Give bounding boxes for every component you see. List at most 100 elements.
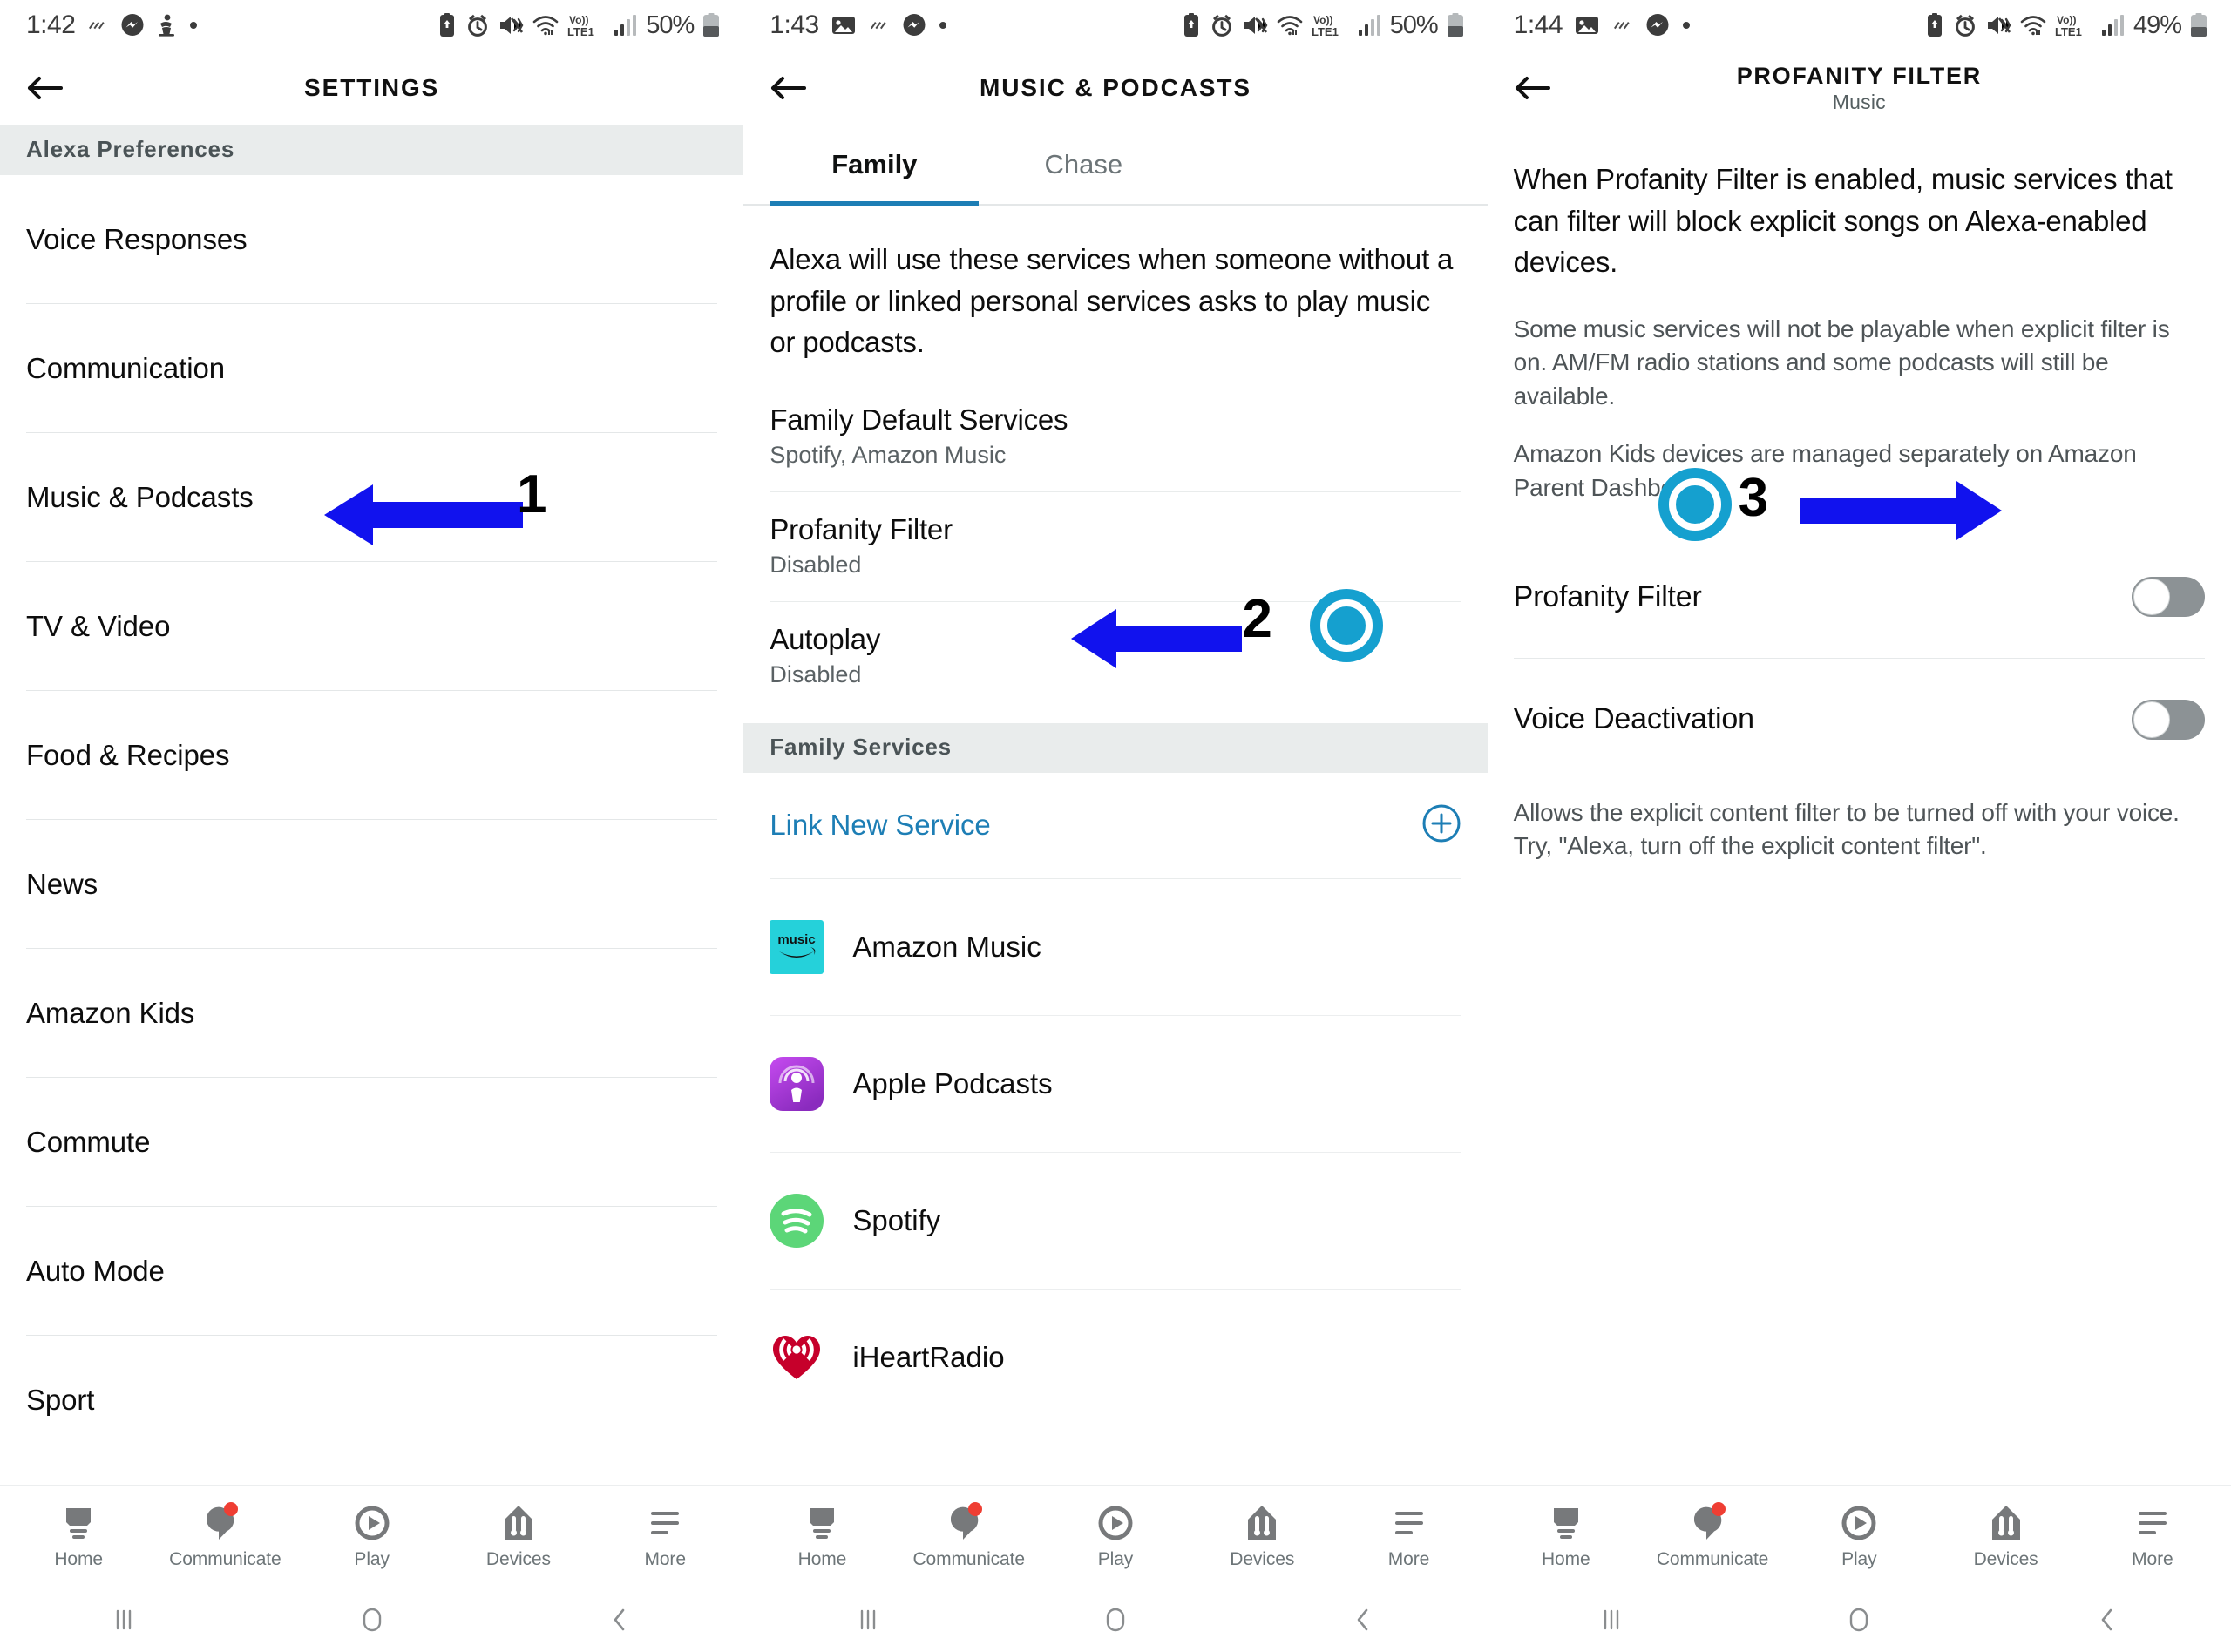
image-icon xyxy=(1574,14,1600,37)
bottom-nav: Home Communicate Play Devices More xyxy=(1487,1485,2231,1588)
service-row-spotify[interactable]: Spotify xyxy=(770,1153,1461,1290)
status-time: 1:42 xyxy=(26,10,76,39)
recents-icon[interactable] xyxy=(71,1606,176,1634)
back-arrow-icon[interactable] xyxy=(24,68,64,108)
list-item-label: Music & Podcasts xyxy=(26,480,254,513)
row-family-default-services[interactable]: Family Default Services Spotify, Amazon … xyxy=(770,383,1461,492)
status-bar-right: Vo)) LTE1 50% xyxy=(1181,11,1465,40)
home-circle-icon[interactable] xyxy=(320,1605,424,1635)
sidebar-item-music-podcasts[interactable]: Music & Podcasts xyxy=(26,433,718,562)
battery-saver-icon xyxy=(1181,12,1202,38)
home-circle-icon[interactable] xyxy=(1063,1605,1168,1635)
alarm-icon xyxy=(465,12,490,38)
row-autoplay[interactable]: Autoplay Disabled xyxy=(770,602,1461,711)
sidebar-item-auto-mode[interactable]: Auto Mode xyxy=(26,1207,718,1336)
screenshot-strip: 1:42 Vo)) LTE1 50% SETTINGS Alexa Prefer… xyxy=(0,0,2231,1652)
alarm-icon xyxy=(1210,12,1234,38)
row-subtitle: Spotify, Amazon Music xyxy=(770,441,1007,468)
back-chevron-icon[interactable] xyxy=(1311,1606,1415,1634)
home-icon xyxy=(1549,1503,1583,1543)
back-arrow-icon[interactable] xyxy=(768,68,808,108)
battery-percent: 50% xyxy=(1389,10,1439,39)
bottom-nav-more[interactable]: More xyxy=(1344,1503,1475,1570)
more-icon xyxy=(648,1503,682,1543)
bottom-nav-devices[interactable]: Devices xyxy=(1197,1503,1327,1570)
apple-podcasts-icon xyxy=(770,1056,824,1111)
tab-label: Family xyxy=(831,149,918,179)
voice-deactivation-toggle[interactable] xyxy=(2131,699,2205,740)
row-profanity-filter[interactable]: Profanity Filter Disabled xyxy=(770,492,1461,602)
toggle-label: Profanity Filter xyxy=(1513,579,1702,613)
service-name: Spotify xyxy=(852,1203,941,1236)
link-new-service-row[interactable]: Link New Service xyxy=(770,773,1461,879)
bottom-nav-communicate[interactable]: Communicate xyxy=(159,1502,290,1570)
tab-chase[interactable]: Chase xyxy=(979,125,1188,204)
row-title: Profanity Filter xyxy=(770,512,953,545)
page-title: SETTINGS xyxy=(304,74,440,101)
home-icon xyxy=(61,1503,96,1543)
amazon-music-icon: music xyxy=(770,919,824,974)
dot-icon xyxy=(938,20,948,30)
bottom-nav-label: Play xyxy=(1841,1549,1877,1569)
tab-label: Chase xyxy=(1044,149,1123,179)
sidebar-item-sport[interactable]: Sport xyxy=(26,1336,717,1465)
service-row-amazon-music[interactable]: music Amazon Music xyxy=(770,879,1461,1016)
notification-badge xyxy=(1712,1502,1726,1516)
app-header-titles: PROFANITY FILTER Music xyxy=(1488,51,2231,125)
bottom-nav-play[interactable]: Play xyxy=(307,1503,437,1570)
battery-saver-icon xyxy=(1924,12,1945,38)
bottom-nav-label: Home xyxy=(797,1549,847,1569)
back-chevron-icon[interactable] xyxy=(567,1606,672,1634)
recents-icon[interactable] xyxy=(816,1606,920,1634)
service-row-iheartradio[interactable]: iHeartRadio xyxy=(770,1290,1461,1426)
sidebar-item-voice-responses[interactable]: Voice Responses xyxy=(26,175,718,304)
bottom-nav-play[interactable]: Play xyxy=(1050,1503,1181,1570)
bottom-nav-home[interactable]: Home xyxy=(756,1503,887,1570)
footnote-text: Allows the explicit content filter to be… xyxy=(1513,798,2180,860)
profanity-filter-content: When Profanity Filter is enabled, music … xyxy=(1488,125,2231,1485)
sidebar-item-commute[interactable]: Commute xyxy=(26,1078,718,1207)
bottom-nav-communicate[interactable]: Communicate xyxy=(1647,1502,1778,1570)
sidebar-item-food-recipes[interactable]: Food & Recipes xyxy=(26,691,718,820)
status-bar-right: Vo)) LTE1 49% xyxy=(1924,11,2208,40)
back-arrow-icon[interactable] xyxy=(1512,68,1552,108)
bottom-nav-communicate[interactable]: Communicate xyxy=(904,1502,1034,1570)
play-icon xyxy=(354,1503,390,1543)
service-row-apple-podcasts[interactable]: Apple Podcasts xyxy=(770,1016,1461,1153)
battery-percent: 49% xyxy=(2133,10,2182,39)
bottom-nav-more[interactable]: More xyxy=(600,1503,730,1570)
tab-family[interactable]: Family xyxy=(770,125,980,206)
sidebar-item-tv-video[interactable]: TV & Video xyxy=(26,562,718,691)
svg-text:LTE1: LTE1 xyxy=(1312,25,1339,38)
wave-icon xyxy=(86,14,109,37)
plus-circle-icon[interactable] xyxy=(1421,803,1461,848)
toggle-row-profanity-filter[interactable]: Profanity Filter xyxy=(1513,537,2205,659)
volte-icon: Vo)) LTE1 xyxy=(1312,12,1350,38)
wave-icon xyxy=(868,14,891,37)
music-podcasts-content: Alexa will use these services when someo… xyxy=(743,206,1488,1485)
sidebar-item-news[interactable]: News xyxy=(26,820,718,949)
status-bar-right: Vo)) LTE1 50% xyxy=(437,11,721,40)
sidebar-item-amazon-kids[interactable]: Amazon Kids xyxy=(26,949,718,1078)
status-time: 1:43 xyxy=(770,10,819,39)
bottom-nav-more[interactable]: More xyxy=(2087,1503,2218,1570)
bottom-nav-devices[interactable]: Devices xyxy=(453,1503,584,1570)
svg-text:LTE1: LTE1 xyxy=(2055,25,2082,38)
row-title: Autoplay xyxy=(770,622,881,655)
bottom-nav-home[interactable]: Home xyxy=(1501,1503,1631,1570)
bottom-nav-home[interactable]: Home xyxy=(13,1503,144,1570)
bottom-nav: Home Communicate Play Devices More xyxy=(0,1485,744,1588)
toggle-row-voice-deactivation[interactable]: Voice Deactivation xyxy=(1514,659,2205,781)
recents-icon[interactable] xyxy=(1559,1606,1664,1634)
svg-text:Vo)): Vo)) xyxy=(1313,14,1332,26)
bottom-nav-devices[interactable]: Devices xyxy=(1941,1503,2072,1570)
bottom-nav-label: Devices xyxy=(1230,1549,1295,1569)
link-new-service-label: Link New Service xyxy=(770,809,991,842)
bottom-nav-play[interactable]: Play xyxy=(1794,1503,1924,1570)
app-header-titles: MUSIC & PODCASTS xyxy=(743,51,1487,125)
home-circle-icon[interactable] xyxy=(1807,1605,1911,1635)
bottom-nav-label: Devices xyxy=(485,1549,551,1569)
profanity-filter-toggle[interactable] xyxy=(2131,577,2205,618)
sidebar-item-communication[interactable]: Communication xyxy=(26,304,718,433)
back-chevron-icon[interactable] xyxy=(2055,1606,2160,1634)
